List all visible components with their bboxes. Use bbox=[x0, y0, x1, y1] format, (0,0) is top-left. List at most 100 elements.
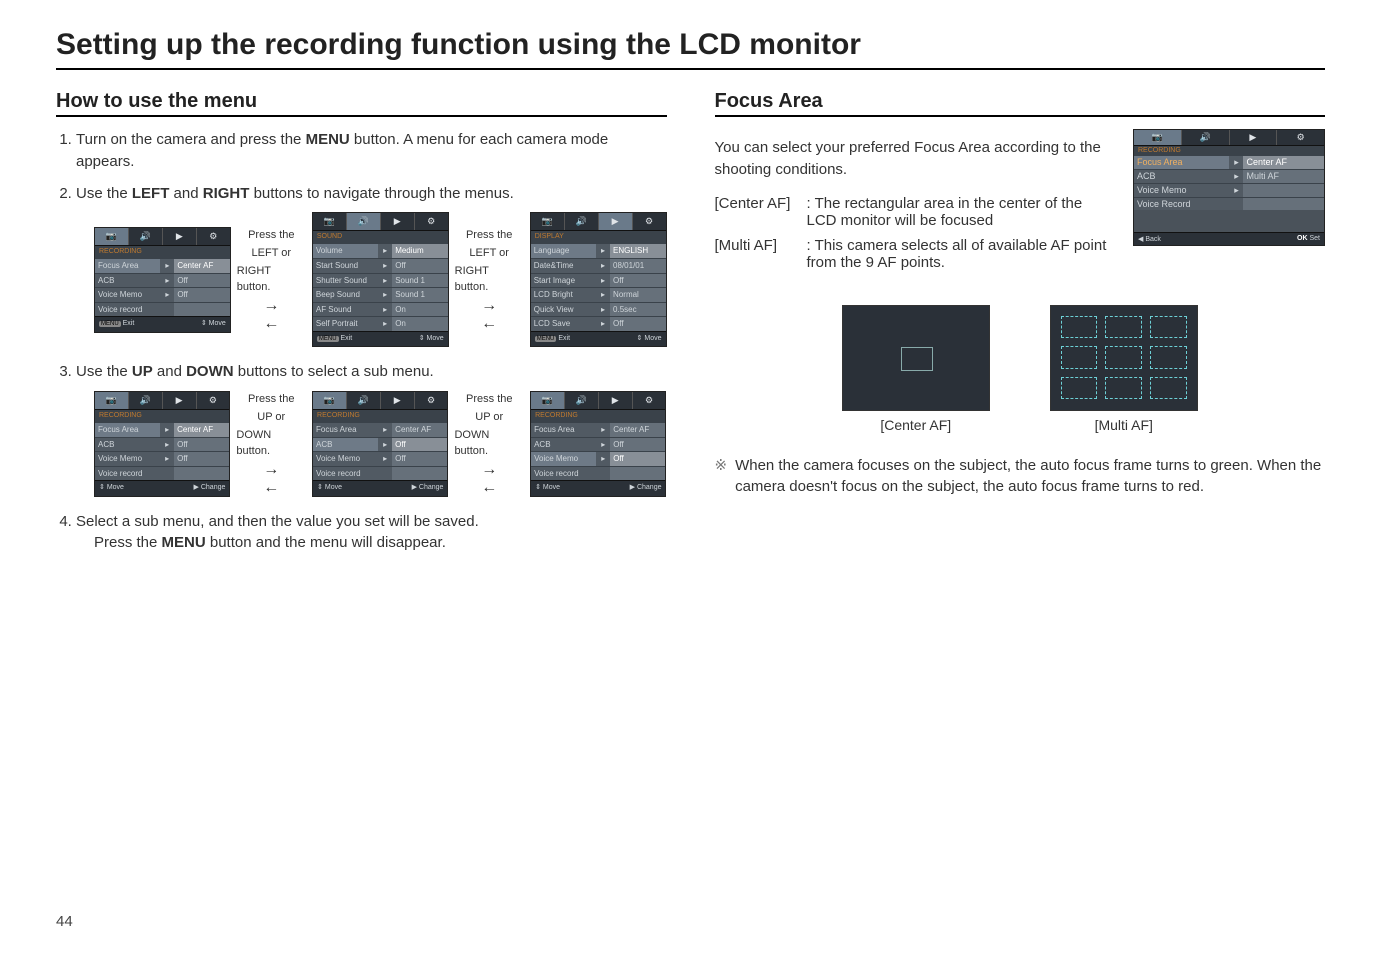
chevron-right-icon: ▸ bbox=[596, 317, 610, 331]
step-3-b1: UP bbox=[132, 363, 153, 380]
tab-gear-icon: ⚙ bbox=[197, 392, 230, 409]
arrow-lr-l3b: RIGHT button. bbox=[455, 264, 524, 296]
page-number: 44 bbox=[56, 913, 73, 930]
chevron-right-icon: ▸ bbox=[596, 259, 610, 273]
step-3: Use the UP and DOWN buttons to select a … bbox=[76, 361, 667, 496]
focus-def-center-label: [Center AF] bbox=[715, 195, 801, 229]
d-r6k: LCD Save bbox=[531, 317, 596, 331]
tab-gear-icon: ⚙ bbox=[1277, 130, 1324, 145]
step-2-m2: buttons to navigate through the menus. bbox=[249, 185, 513, 202]
arrow-ud-l3: DOWN button. bbox=[236, 428, 306, 460]
tab-camera-icon: 📷 bbox=[95, 228, 129, 245]
ra-r1v: Center AF bbox=[174, 423, 229, 437]
foot-ud-icon: ⇕ bbox=[317, 484, 323, 491]
lcd-header-rec2: RECORDING bbox=[95, 410, 229, 422]
tab-sound-icon: 🔊 bbox=[129, 228, 163, 245]
steps-list: Turn on the camera and press the MENU bu… bbox=[56, 129, 667, 554]
chevron-right-icon: ▸ bbox=[596, 452, 610, 466]
lcd-header-display: DISPLAY bbox=[531, 231, 666, 243]
chevron-right-icon: ▸ bbox=[160, 423, 174, 437]
chevron-right-icon: ▸ bbox=[378, 452, 392, 466]
step-4-l2-bold: MENU bbox=[162, 534, 206, 551]
arrow-ud-1: Press the UP or DOWN button. → ← bbox=[236, 392, 306, 496]
rb-r1k: Focus Area bbox=[313, 423, 378, 437]
arrow-right-icon: → bbox=[481, 298, 497, 314]
ra-r1k: Focus Area bbox=[95, 423, 160, 437]
chevron-right-icon: ▸ bbox=[596, 423, 610, 437]
foot-move: Move bbox=[209, 320, 226, 327]
tab-camera-icon: 📷 bbox=[531, 213, 565, 230]
step-2-b1: LEFT bbox=[132, 185, 170, 202]
step-1: Turn on the camera and press the MENU bu… bbox=[76, 129, 667, 173]
demo-center: [Center AF] bbox=[842, 305, 990, 433]
step-4-line2: Press the MENU button and the menu will … bbox=[94, 532, 667, 554]
chevron-right-icon: ▸ bbox=[378, 274, 392, 288]
multi-af-grid bbox=[1061, 316, 1187, 400]
demo-center-box bbox=[842, 305, 990, 411]
columns: How to use the menu Turn on the camera a… bbox=[56, 84, 1325, 564]
f-r1k: Focus Area bbox=[1134, 156, 1229, 169]
s-r4v: Sound 1 bbox=[392, 288, 447, 302]
rb-r3v: Off bbox=[392, 452, 447, 466]
d-r2v: 08/01/01 bbox=[610, 259, 665, 273]
f-r3k: Voice Memo bbox=[1134, 184, 1229, 197]
f-r4k: Voice Record bbox=[1134, 198, 1229, 210]
tab-play-icon: ▶ bbox=[599, 392, 633, 409]
right-column: Focus Area You can select your preferred… bbox=[715, 84, 1326, 564]
d-r5k: Quick View bbox=[531, 303, 596, 317]
d-r3v: Off bbox=[610, 274, 665, 288]
foot-updown-icon: ⇕ bbox=[201, 320, 207, 327]
s-r3k: Shutter Sound bbox=[313, 274, 378, 288]
foot-back-icon: ◀ bbox=[1138, 236, 1143, 243]
flow-row-ud: 📷 🔊 ▶ ⚙ RECORDING Focus Area▸Center AF A… bbox=[94, 391, 667, 497]
arrow-ud-l3b: DOWN button. bbox=[454, 428, 524, 460]
d-r4v: Normal bbox=[610, 288, 665, 302]
foot-change: Change bbox=[201, 484, 226, 491]
s-r3v: Sound 1 bbox=[392, 274, 447, 288]
page-title: Setting up the recording function using … bbox=[56, 28, 1325, 62]
step-3-m2: buttons to select a sub menu. bbox=[234, 363, 434, 380]
lcd-display: 📷 🔊 ▶ ⚙ DISPLAY Language▸ENGLISH Date&Ti… bbox=[530, 212, 667, 347]
chevron-right-icon: ▸ bbox=[160, 438, 174, 452]
tab-play-icon: ▶ bbox=[1230, 130, 1278, 145]
lcd-recording-2b: 📷 🔊 ▶ ⚙ RECORDING Focus Area▸Center AF A… bbox=[312, 391, 448, 497]
tab-sound-icon: 🔊 bbox=[1182, 130, 1230, 145]
ra-r3v: Off bbox=[174, 452, 229, 466]
aster-note: ※ When the camera focuses on the subject… bbox=[715, 455, 1326, 499]
tab-camera-icon: 📷 bbox=[313, 213, 347, 230]
lcd-r2-k: ACB bbox=[95, 274, 160, 288]
rb-r1v: Center AF bbox=[392, 423, 447, 437]
tab-gear-icon: ⚙ bbox=[197, 228, 230, 245]
s-r5k: AF Sound bbox=[313, 303, 378, 317]
foot-menu-icon: MENU bbox=[99, 321, 121, 327]
arrow-lr-1: Press the LEFT or RIGHT button. → ← bbox=[237, 228, 306, 332]
d-r5v: 0.5sec bbox=[610, 303, 665, 317]
aster-text: When the camera focuses on the subject, … bbox=[735, 455, 1325, 499]
chevron-right-icon: ▸ bbox=[378, 303, 392, 317]
foot-right-icon: ▶ bbox=[630, 484, 635, 491]
section-rule-right bbox=[715, 115, 1326, 117]
foot-updown-icon: ⇕ bbox=[637, 335, 643, 342]
foot-exit: Exit bbox=[558, 335, 570, 342]
tab-gear-icon: ⚙ bbox=[633, 213, 666, 230]
chevron-right-icon: ▸ bbox=[596, 303, 610, 317]
step-3-pre: Use the bbox=[76, 363, 132, 380]
rc-r3v: Off bbox=[610, 452, 665, 466]
section-title-right: Focus Area bbox=[715, 90, 1326, 113]
focus-intro: You can select your preferred Focus Area… bbox=[715, 137, 1116, 181]
chevron-right-icon: ▸ bbox=[596, 288, 610, 302]
rc-r1k: Focus Area bbox=[531, 423, 596, 437]
arrow-ud-l2b: UP or bbox=[475, 410, 503, 426]
section-title-left: How to use the menu bbox=[56, 90, 667, 113]
tab-play-icon: ▶ bbox=[381, 392, 415, 409]
focus-def-multi-label: [Multi AF] bbox=[715, 237, 801, 271]
rb-r3k: Voice Memo bbox=[313, 452, 378, 466]
step-3-b2: DOWN bbox=[186, 363, 234, 380]
tab-play-icon: ▶ bbox=[381, 213, 415, 230]
d-r3k: Start Image bbox=[531, 274, 596, 288]
lcd-recording-2c: 📷 🔊 ▶ ⚙ RECORDING Focus Area▸Center AF A… bbox=[530, 391, 666, 497]
arrow-ud-l2: UP or bbox=[257, 410, 285, 426]
tab-camera-icon: 📷 bbox=[95, 392, 129, 409]
d-r6v: Off bbox=[610, 317, 665, 331]
lcd-sound: 📷 🔊 ▶ ⚙ SOUND Volume▸Medium Start Sound▸… bbox=[312, 212, 449, 347]
